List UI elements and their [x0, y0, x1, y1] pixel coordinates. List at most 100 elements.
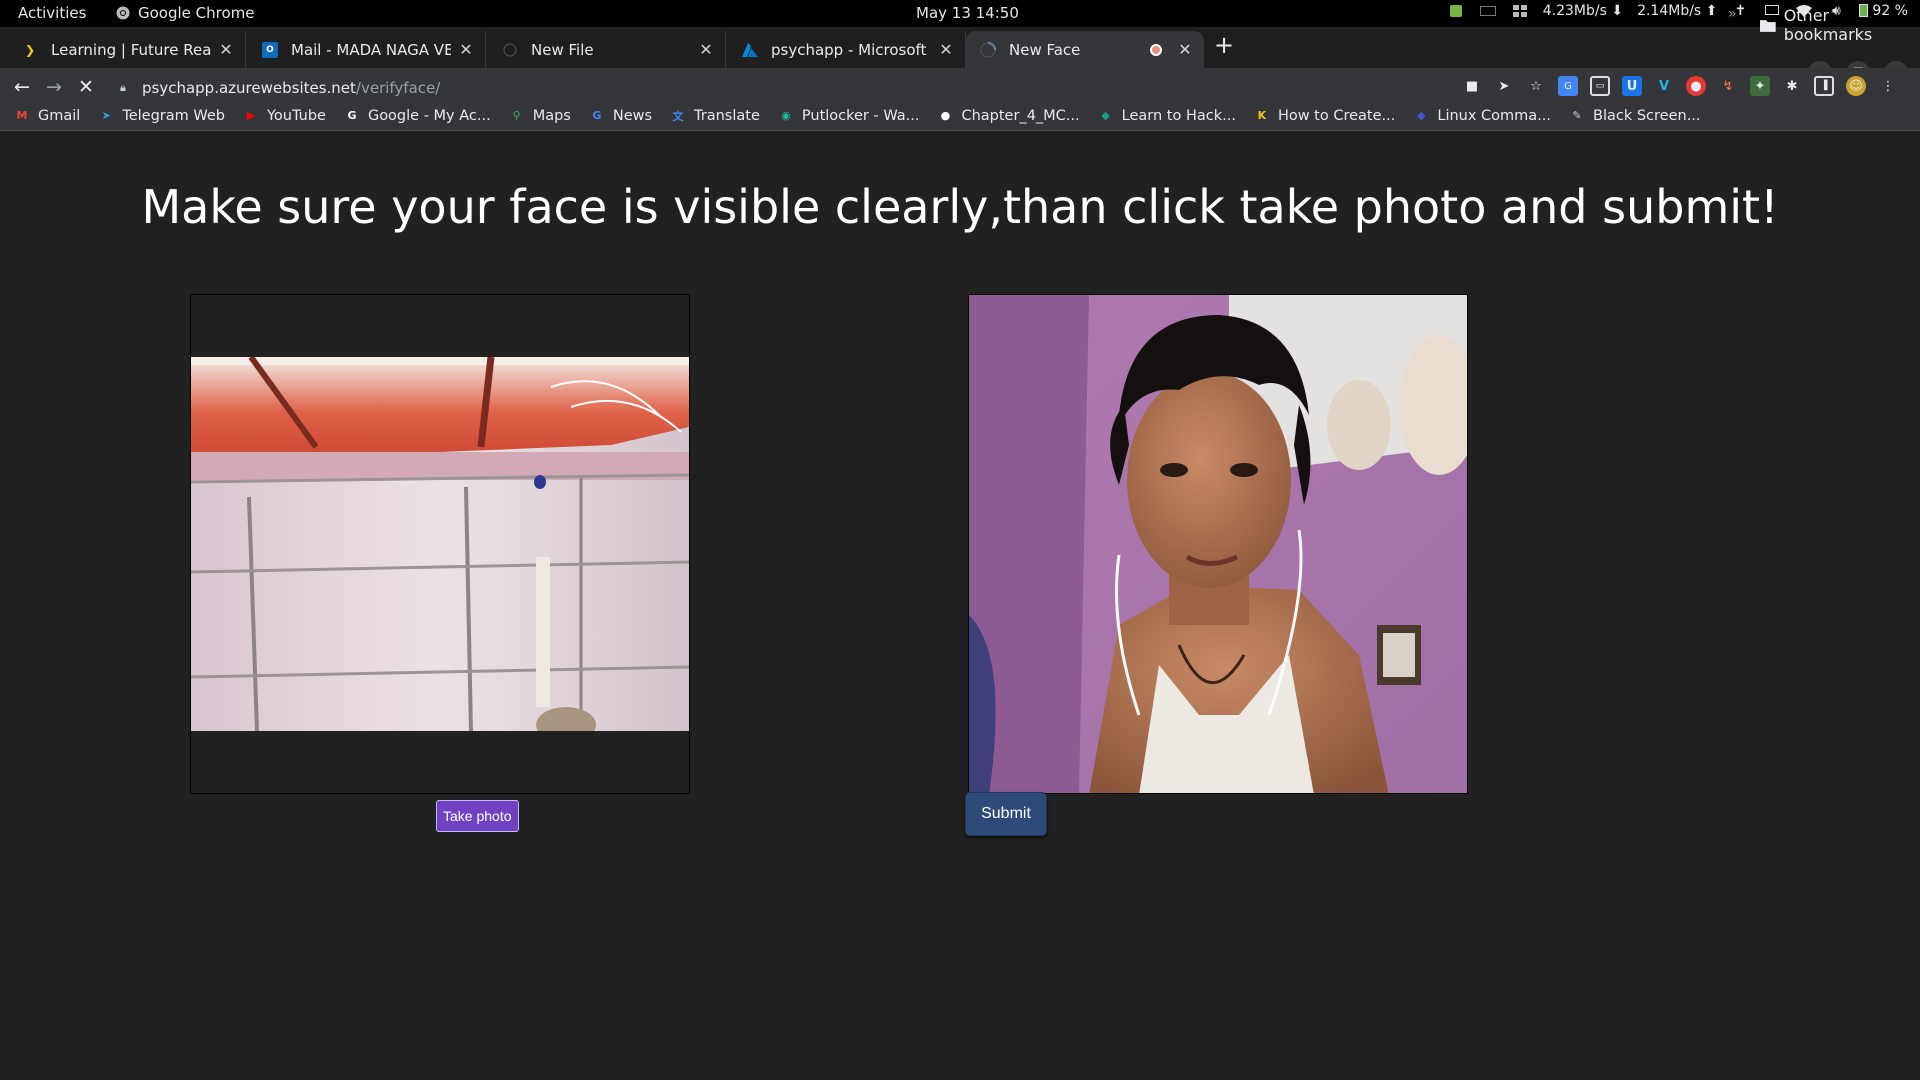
bookmark-label: Chapter_4_MC...	[961, 107, 1080, 124]
app-name: Google Chrome	[138, 4, 255, 22]
back-icon[interactable]: ←	[10, 76, 34, 98]
bookmark-item[interactable]: G News	[589, 108, 652, 124]
future-ready-icon: ❯	[24, 42, 36, 57]
bookmark-label: News	[612, 107, 653, 124]
lock-icon[interactable]: 🔒︎	[120, 81, 132, 95]
extensions-bar: ■ ➤ ☆ G ▭ U V ● ↯ ✦ ✱ ▐ ☺ ⋮	[1462, 76, 1898, 96]
bookmark-item[interactable]: ▶ YouTube	[243, 108, 326, 124]
loading-spinner-icon	[980, 41, 996, 58]
stop-loading-icon[interactable]: ✕	[74, 76, 98, 98]
bookmark-label: Putlocker - Wa...	[801, 107, 920, 124]
black-screen-icon: ✎	[1572, 109, 1582, 122]
submit-button[interactable]: Submit	[965, 792, 1047, 836]
system-top-bar: Activities Google Chrome May 13 14:50 4.…	[0, 0, 1920, 27]
keyboard-icon	[1479, 3, 1497, 19]
activities-button[interactable]: Activities	[18, 4, 86, 22]
github-icon: ●	[940, 109, 951, 122]
clock[interactable]: May 13 14:50	[916, 4, 1019, 22]
hack-icon: ◆	[1101, 109, 1110, 122]
app-menu[interactable]: Google Chrome	[116, 4, 255, 22]
tab-title: New File	[531, 40, 594, 59]
screenshot-icon[interactable]: ▭	[1590, 76, 1610, 96]
bookmark-star-icon[interactable]: ☆	[1526, 76, 1546, 96]
folder-icon	[1760, 19, 1776, 32]
bookmark-item[interactable]: K How to Create...	[1254, 107, 1396, 124]
extensions-puzzle-icon[interactable]: ✱	[1782, 76, 1802, 96]
bookmark-label: Google - My Ac...	[367, 107, 491, 124]
tab-new-face[interactable]: New Face ✕	[966, 31, 1204, 68]
bookmark-item[interactable]: G Google - My Ac...	[344, 107, 491, 124]
linux-icon: ◆	[1417, 109, 1426, 122]
forward-icon[interactable]: →	[42, 76, 66, 98]
putlocker-icon: ◉	[781, 109, 791, 122]
chrome-icon	[116, 6, 130, 20]
webcam-preview	[190, 294, 690, 794]
bookmark-item[interactable]: 文 Translate	[670, 108, 760, 124]
news-icon: G	[592, 109, 602, 122]
android-icon	[1447, 3, 1465, 19]
net-up-speed: 2.14Mb/s ⬆	[1637, 3, 1718, 19]
maps-icon: ⚲	[512, 109, 521, 122]
page-content: Make sure your face is visible clearly,t…	[0, 132, 1920, 1080]
tab-strip: ❯ Learning | Future Ready T ✕ O Mail - M…	[0, 27, 1920, 85]
tab-title: Learning | Future Ready T	[51, 40, 211, 59]
red-extension-icon[interactable]: ●	[1686, 76, 1706, 96]
bookmark-item[interactable]: ◆ Learn to Hack...	[1098, 108, 1236, 124]
bookmark-item[interactable]: ✎ Black Screen...	[1569, 108, 1700, 124]
tab-title: Mail - MADA NAGA VENK	[291, 40, 451, 59]
bookmark-item[interactable]: ➤ Telegram Web	[98, 108, 225, 124]
close-tab-icon[interactable]: ✕	[697, 40, 715, 59]
recording-icon	[1150, 43, 1162, 56]
puzzle-game-icon[interactable]: ✦	[1750, 76, 1770, 96]
bookmark-label: How to Create...	[1277, 107, 1396, 124]
bookmark-label: Telegram Web	[122, 107, 225, 124]
profile-avatar[interactable]: ☺	[1846, 76, 1866, 96]
close-tab-icon[interactable]: ✕	[1176, 40, 1194, 59]
net-down-speed: 4.23Mb/s ⬇	[1542, 3, 1624, 19]
tab-azure[interactable]: psychapp - Microsoft Azu ✕	[728, 31, 966, 68]
webcam-video	[191, 357, 689, 731]
youtube-icon: ▶	[246, 109, 256, 122]
bookmark-label: Learn to Hack...	[1121, 107, 1236, 124]
bookmarks-bar: M Gmail ➤ Telegram Web ▶ YouTube G Google - My …	[0, 101, 1920, 131]
k-icon: K	[1257, 109, 1267, 122]
bookmark-item[interactable]: M Gmail	[14, 107, 81, 124]
other-bookmarks-label: Other bookmarks	[1783, 6, 1873, 44]
tab-title: New Face	[1009, 40, 1081, 59]
google-icon: G	[347, 109, 357, 122]
google-translate-icon[interactable]: G	[1558, 76, 1578, 96]
close-tab-icon[interactable]: ✕	[457, 40, 475, 59]
other-bookmarks[interactable]: Other bookmarks	[1760, 6, 1920, 44]
bookmark-item[interactable]: ● Chapter_4_MC...	[937, 107, 1080, 124]
bookmark-label: YouTube	[266, 107, 326, 124]
bookmark-label: Maps	[532, 107, 571, 124]
blank-page-icon	[502, 42, 518, 58]
url-path: /verifyface/	[355, 79, 441, 97]
captured-photo	[968, 294, 1468, 794]
bookmark-label: Linux Comma...	[1437, 107, 1551, 124]
close-tab-icon[interactable]: ✕	[217, 40, 235, 59]
bookmark-label: Gmail	[38, 107, 81, 124]
close-tab-icon[interactable]: ✕	[937, 40, 955, 59]
outlook-icon: O	[262, 41, 278, 58]
page-title: Make sure your face is visible clearly,t…	[141, 180, 1779, 234]
camera-in-use-icon[interactable]: ■	[1462, 76, 1482, 96]
tab-mail[interactable]: O Mail - MADA NAGA VENK ✕	[248, 31, 486, 68]
vimeo-icon[interactable]: V	[1654, 76, 1674, 96]
translate-icon: 文	[672, 109, 684, 123]
tab-new-file[interactable]: New File ✕	[488, 31, 726, 68]
bookmark-item[interactable]: ⚲ Maps	[509, 108, 571, 124]
menu-dots-icon[interactable]: ⋮	[1878, 76, 1898, 96]
send-icon[interactable]: ➤	[1494, 76, 1514, 96]
ublock-icon[interactable]: U	[1622, 76, 1642, 96]
address-bar[interactable]: 🔒︎ psychapp.azurewebsites.net/verifyface…	[110, 72, 1455, 104]
side-panel-icon[interactable]: ▐	[1814, 76, 1834, 96]
take-photo-button[interactable]: Take photo	[436, 800, 519, 832]
bookmarks-overflow-icon[interactable]: »	[1728, 6, 1737, 22]
new-tab-button[interactable]: +	[1214, 33, 1234, 57]
gmail-icon: M	[16, 109, 28, 122]
torrent-icon[interactable]: ↯	[1718, 76, 1738, 96]
bookmark-item[interactable]: ◆ Linux Comma...	[1413, 108, 1551, 124]
tab-learning[interactable]: ❯ Learning | Future Ready T ✕	[8, 31, 246, 68]
bookmark-item[interactable]: ◉ Putlocker - Wa...	[778, 107, 920, 124]
